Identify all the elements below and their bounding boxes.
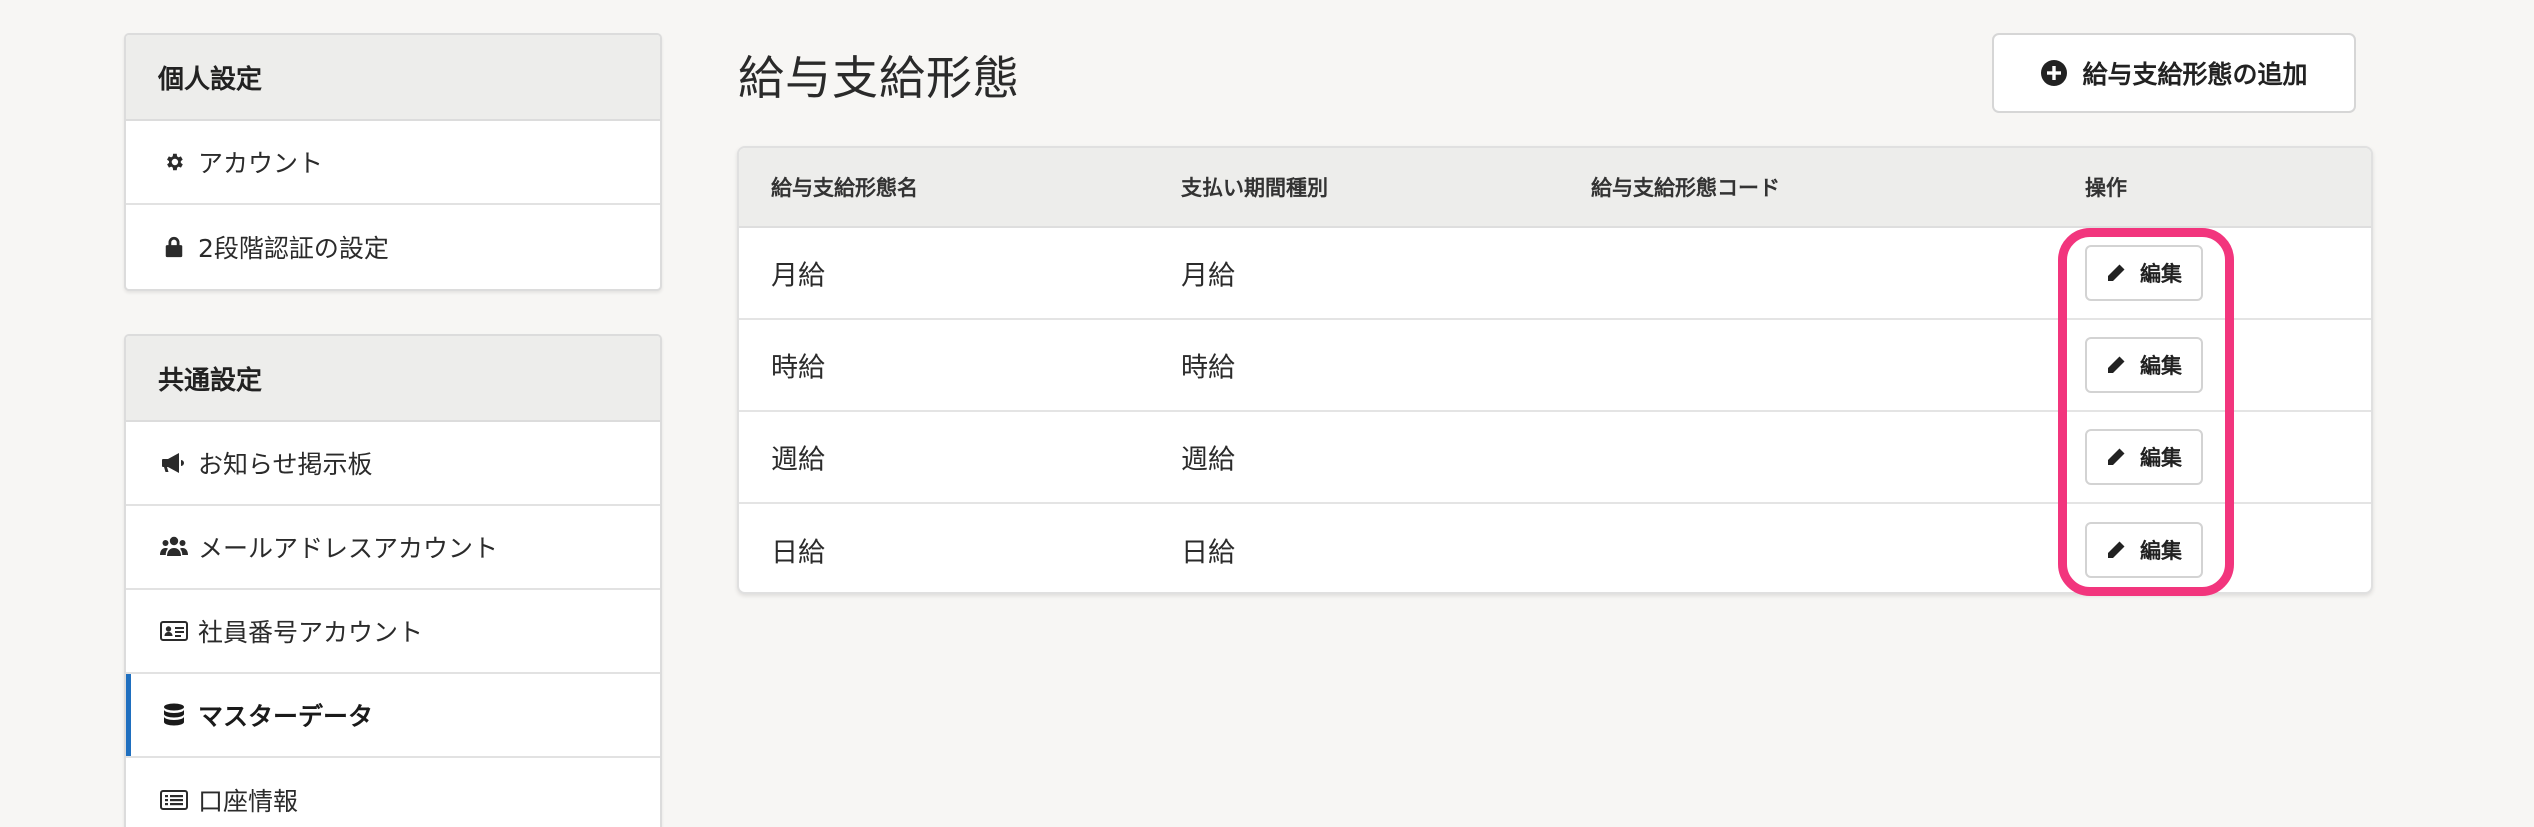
column-header-period-type: 支払い期間種別 xyxy=(1181,176,1328,200)
sidebar-item-employee-number-accounts[interactable]: 社員番号アカウント xyxy=(126,590,660,674)
personal-settings-title: 個人設定 xyxy=(126,35,660,121)
plus-circle-icon xyxy=(2040,59,2068,87)
page-title: 給与支給形態 xyxy=(738,51,1020,105)
cell-period-type: 月給 xyxy=(1181,260,1235,292)
pencil-icon xyxy=(2106,263,2126,283)
sidebar-item-account[interactable]: アカウント xyxy=(126,121,660,205)
database-icon xyxy=(160,701,188,729)
id-card-icon xyxy=(160,617,188,645)
edit-button-label: 編集 xyxy=(2140,262,2182,286)
table-row: 月給 月給 編集 xyxy=(739,228,2371,320)
edit-button[interactable]: 編集 xyxy=(2085,245,2203,301)
personal-settings-panel: 個人設定 アカウント 2段階認証の設定 xyxy=(124,33,662,291)
table-header: 給与支給形態名 支払い期間種別 給与支給形態コード 操作 xyxy=(739,148,2371,228)
sidebar-item-label: マスターデータ xyxy=(198,702,374,731)
pencil-icon xyxy=(2106,540,2126,560)
edit-button[interactable]: 編集 xyxy=(2085,429,2203,485)
common-settings-title: 共通設定 xyxy=(126,336,660,422)
edit-button-label: 編集 xyxy=(2140,539,2182,563)
sidebar-item-label: 2段階認証の設定 xyxy=(198,234,389,263)
sidebar-item-bank-account[interactable]: 口座情報 xyxy=(126,758,660,827)
edit-button[interactable]: 編集 xyxy=(2085,522,2203,578)
common-settings-panel: 共通設定 お知らせ掲示板 メールアドレスアカウント 社員番号アカウント マスター… xyxy=(124,334,662,827)
column-header-actions: 操作 xyxy=(2085,176,2127,200)
column-header-code: 給与支給形態コード xyxy=(1591,176,1780,200)
add-button-label: 給与支給形態の追加 xyxy=(2082,60,2308,89)
edit-button-label: 編集 xyxy=(2140,354,2182,378)
table-row: 週給 週給 編集 xyxy=(739,412,2371,504)
cell-name: 週給 xyxy=(771,444,825,476)
table-row: 時給 時給 編集 xyxy=(739,320,2371,412)
sidebar-item-label: 社員番号アカウント xyxy=(198,618,424,647)
pencil-icon xyxy=(2106,355,2126,375)
sidebar-item-label: お知らせ掲示板 xyxy=(198,450,373,479)
cell-name: 日給 xyxy=(771,537,825,569)
users-icon xyxy=(160,533,188,561)
sidebar-item-bulletin-board[interactable]: お知らせ掲示板 xyxy=(126,422,660,506)
sidebar-item-label: 口座情報 xyxy=(198,787,299,816)
list-card-icon xyxy=(160,786,188,814)
edit-button[interactable]: 編集 xyxy=(2085,337,2203,393)
pencil-icon xyxy=(2106,447,2126,467)
cell-period-type: 週給 xyxy=(1181,444,1235,476)
edit-button-label: 編集 xyxy=(2140,446,2182,470)
lock-icon xyxy=(160,233,188,261)
cell-name: 月給 xyxy=(771,260,825,292)
cell-period-type: 日給 xyxy=(1181,537,1235,569)
sidebar-item-two-factor[interactable]: 2段階認証の設定 xyxy=(126,205,660,289)
add-salary-type-button[interactable]: 給与支給形態の追加 xyxy=(1992,33,2356,113)
cell-period-type: 時給 xyxy=(1181,352,1235,384)
sidebar-item-email-accounts[interactable]: メールアドレスアカウント xyxy=(126,506,660,590)
salary-type-table: 給与支給形態名 支払い期間種別 給与支給形態コード 操作 月給 月給 編集 時給… xyxy=(737,146,2373,594)
table-row: 日給 日給 編集 xyxy=(739,504,2371,592)
cell-name: 時給 xyxy=(771,352,825,384)
sidebar-item-label: メールアドレスアカウント xyxy=(198,534,499,563)
column-header-name: 給与支給形態名 xyxy=(771,176,918,200)
sidebar-item-master-data[interactable]: マスターデータ xyxy=(126,674,660,758)
sidebar-item-label: アカウント xyxy=(198,149,324,178)
gear-icon xyxy=(160,148,188,176)
megaphone-icon xyxy=(160,449,188,477)
